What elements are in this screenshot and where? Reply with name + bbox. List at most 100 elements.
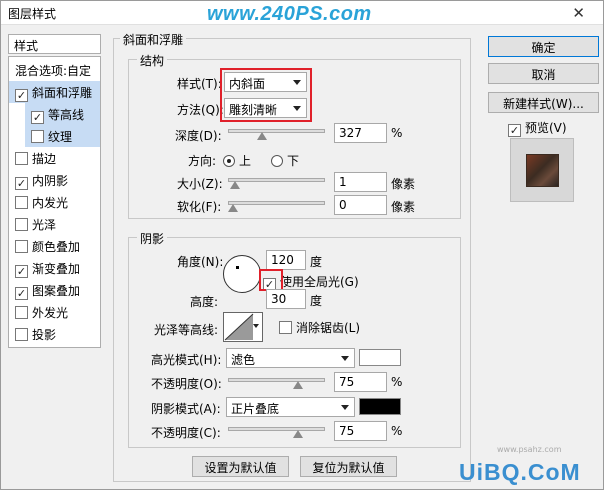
highlight-mode-label: 高光模式(H): [151, 353, 222, 367]
site-watermark: www.240PS.com [207, 3, 372, 25]
checkbox-empty-icon[interactable] [31, 130, 44, 143]
reset-default-button[interactable]: 复位为默认值 [300, 456, 397, 477]
checkbox-empty-icon[interactable] [15, 218, 28, 231]
check-icon[interactable]: ✓ [15, 177, 28, 190]
style-item-label: 颜色叠加 [32, 240, 81, 254]
preview-label: 预览(V) [525, 121, 567, 135]
soften-slider[interactable] [228, 201, 325, 205]
style-item-label: 描边 [32, 152, 57, 166]
styles-list: 混合选项:自定 ✓ 斜面和浮雕 ✓ 等高线纹理描边 ✓ 内阴影内发光光泽颜色叠加 ✓ 渐变叠加… [8, 56, 101, 348]
styles-header[interactable]: 样式 [8, 34, 101, 54]
highlight-opacity-thumb[interactable] [293, 381, 304, 389]
style-item[interactable]: 外发光 [9, 301, 100, 323]
style-item[interactable]: ✓ 图案叠加 [9, 279, 100, 301]
direction-down-label: 下 [287, 154, 300, 168]
blend-options-item[interactable]: 混合选项:自定 [9, 59, 100, 81]
highlight-frame-global-light [259, 269, 283, 291]
altitude-label: 高度: [190, 295, 219, 309]
cancel-button[interactable]: 取消 [488, 63, 599, 84]
checkbox-empty-icon[interactable] [15, 196, 28, 209]
style-item-label: 渐变叠加 [32, 262, 81, 276]
highlight-mode-select[interactable]: 滤色 [226, 348, 355, 368]
shadow-opacity-input[interactable]: 75 [334, 421, 387, 441]
site-logo-watermark: UiBQ.CoM [459, 459, 581, 485]
style-item-label: 投影 [32, 328, 57, 342]
style-item[interactable]: ✓ 斜面和浮雕 [9, 81, 100, 103]
angle-label: 角度(N): [177, 255, 224, 269]
size-unit: 像素 [391, 177, 416, 191]
checkbox-empty-icon[interactable] [15, 152, 28, 165]
check-icon[interactable]: ✓ [15, 265, 28, 278]
style-item[interactable]: 纹理 [25, 125, 100, 147]
style-item-label: 光泽 [32, 218, 57, 232]
size-input[interactable]: 1 [334, 172, 387, 192]
shadow-mode-select[interactable]: 正片叠底 [226, 397, 355, 417]
checkbox-empty-icon[interactable] [15, 306, 28, 319]
angle-dial-marker [236, 266, 239, 269]
shadow-opacity-unit: % [391, 424, 403, 438]
style-item[interactable]: 投影 [9, 323, 100, 345]
direction-up-radio[interactable]: 上 [223, 152, 251, 169]
window-title: 图层样式 [8, 7, 57, 21]
global-light-label: 使用全局光(G) [280, 275, 359, 289]
angle-input[interactable]: 120 [266, 250, 306, 270]
checkbox-empty-icon[interactable] [15, 240, 28, 253]
shadow-opacity-thumb[interactable] [293, 430, 304, 438]
direction-down-radio[interactable]: 下 [271, 152, 299, 169]
angle-dial[interactable] [223, 255, 261, 293]
chevron-down-icon [341, 405, 349, 410]
check-icon: ✓ [508, 124, 521, 137]
depth-input[interactable]: 327 [334, 123, 387, 143]
highlight-mode-value: 滤色 [231, 353, 256, 367]
style-item[interactable]: ✓ 内阴影 [9, 169, 100, 191]
shadow-mode-value: 正片叠底 [231, 402, 280, 416]
antialias-checkbox[interactable]: 消除锯齿(L) [279, 319, 360, 336]
shadow-color-swatch[interactable] [359, 398, 401, 415]
close-icon[interactable]: ✕ [572, 4, 585, 22]
depth-slider-thumb[interactable] [256, 132, 267, 140]
shadow-opacity-label: 不透明度(C): [151, 426, 221, 440]
style-item-label: 等高线 [48, 108, 85, 122]
small-watermark: www.psahz.com [497, 445, 562, 454]
check-icon[interactable]: ✓ [15, 287, 28, 300]
checkbox-empty-icon [279, 321, 292, 334]
style-item[interactable]: 光泽 [9, 213, 100, 235]
style-item-label: 斜面和浮雕 [32, 86, 93, 100]
set-default-button[interactable]: 设置为默认值 [192, 456, 289, 477]
soften-unit: 像素 [391, 200, 416, 214]
soften-label: 软化(F): [177, 200, 222, 214]
style-item-label: 外发光 [32, 306, 69, 320]
check-icon[interactable]: ✓ [15, 89, 28, 102]
checkbox-empty-icon[interactable] [15, 328, 28, 341]
check-icon[interactable]: ✓ [31, 111, 44, 124]
style-item[interactable]: ✓ 渐变叠加 [9, 257, 100, 279]
technique-label: 方法(Q): [177, 103, 224, 117]
preview-checkbox[interactable]: ✓ 预览(V) [508, 119, 567, 137]
soften-slider-thumb[interactable] [228, 204, 238, 212]
style-item-label: 内发光 [32, 196, 69, 210]
contour-linear-icon [224, 313, 254, 341]
depth-slider[interactable] [228, 129, 325, 133]
style-item-label: 图案叠加 [32, 284, 81, 298]
radio-icon [271, 155, 283, 167]
chevron-down-icon [253, 324, 259, 328]
style-item[interactable]: 内发光 [9, 191, 100, 213]
highlight-opacity-slider[interactable] [228, 378, 325, 382]
shadow-opacity-slider[interactable] [228, 427, 325, 431]
highlight-opacity-input[interactable]: 75 [334, 372, 387, 392]
altitude-input[interactable]: 30 [266, 289, 306, 309]
ok-button[interactable]: 确定 [488, 36, 599, 57]
new-style-button[interactable]: 新建样式(W)... [488, 92, 599, 113]
highlight-opacity-label: 不透明度(O): [151, 377, 222, 391]
layer-style-dialog: 图层样式 www.240PS.com ✕ 样式 混合选项:自定 ✓ 斜面和浮雕 ✓ 等… [0, 0, 604, 490]
soften-input[interactable]: 0 [334, 195, 387, 215]
highlight-color-swatch[interactable] [359, 349, 401, 366]
size-slider[interactable] [228, 178, 325, 182]
style-item[interactable]: 颜色叠加 [9, 235, 100, 257]
style-item[interactable]: ✓ 等高线 [25, 103, 100, 125]
style-item[interactable]: 描边 [9, 147, 100, 169]
gloss-contour-picker[interactable] [223, 312, 263, 342]
size-slider-thumb[interactable] [229, 181, 240, 189]
preview-swatch [526, 154, 559, 187]
shadow-mode-label: 阴影模式(A): [151, 402, 221, 416]
